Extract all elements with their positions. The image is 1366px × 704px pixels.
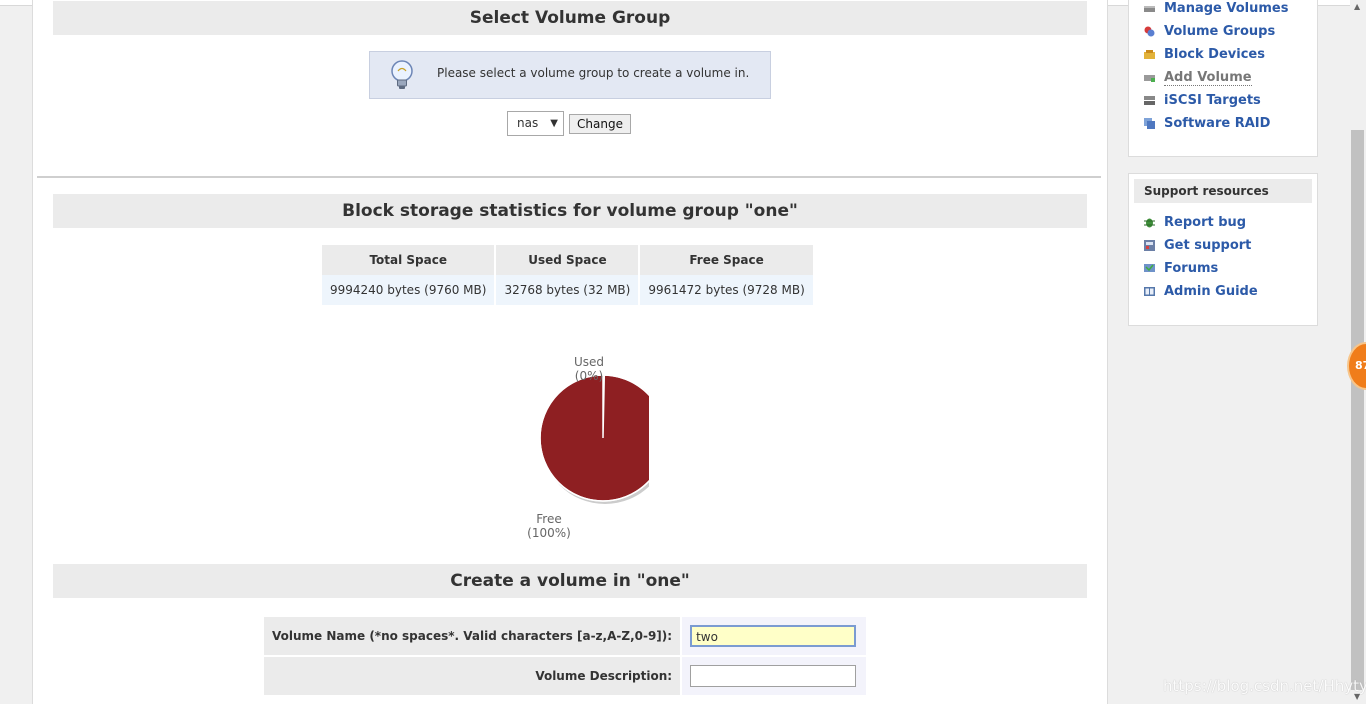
scroll-up-arrow-icon[interactable]: ▲ <box>1354 2 1360 11</box>
stats-value-free: 9961472 bytes (9728 MB) <box>640 275 813 305</box>
sidebar-item-iscsi-targets[interactable]: iSCSI Targets <box>1129 89 1317 112</box>
support-icon <box>1144 240 1155 251</box>
sidebar-volumes-box: Manage Volumes Volume Groups Block Devic… <box>1128 0 1318 157</box>
create-volume-heading: Create a volume in "one" <box>53 564 1087 598</box>
stats-value-used: 32768 bytes (32 MB) <box>496 275 639 305</box>
space-usage-pie-chart: Used (0%) Free (100%) <box>499 345 669 545</box>
volume-description-cell <box>682 657 867 695</box>
volume-group-selected-value: nas <box>517 116 539 130</box>
sidebar-item-manage-volumes[interactable]: Manage Volumes <box>1129 0 1317 20</box>
info-message-text: Please select a volume group to create a… <box>437 66 750 80</box>
pie-label-used: Used (0%) <box>573 355 605 383</box>
sidebar-item-forums[interactable]: Forums <box>1129 257 1317 280</box>
stats-header-total: Total Space <box>322 245 495 275</box>
volume-description-input[interactable] <box>690 665 857 687</box>
storage-stats-table: Total Space Used Space Free Space 999424… <box>320 245 815 305</box>
select-volume-group-heading: Select Volume Group <box>53 1 1087 35</box>
change-button[interactable]: Change <box>569 114 631 134</box>
volume-description-label: Volume Description: <box>264 657 681 695</box>
volume-group-select[interactable]: nas ▼ <box>507 111 564 136</box>
manage-volumes-icon <box>1144 6 1155 12</box>
support-resources-heading: Support resources <box>1134 179 1312 203</box>
forums-icon <box>1144 264 1155 272</box>
iscsi-targets-icon <box>1144 96 1155 105</box>
stats-header-free: Free Space <box>640 245 813 275</box>
block-devices-icon <box>1144 50 1155 59</box>
volume-name-label: Volume Name (*no spaces*. Valid characte… <box>264 617 681 655</box>
pie-slice-free <box>539 374 667 502</box>
bug-icon <box>1144 218 1155 228</box>
sidebar-item-block-devices[interactable]: Block Devices <box>1129 43 1317 66</box>
create-volume-form: Volume Name (*no spaces*. Valid characte… <box>262 615 868 697</box>
sidebar-item-volume-groups[interactable]: Volume Groups <box>1129 20 1317 43</box>
volume-groups-icon <box>1144 26 1155 37</box>
stats-header-used: Used Space <box>496 245 639 275</box>
sidebar-item-admin-guide[interactable]: Admin Guide <box>1129 280 1317 303</box>
info-message-box: Please select a volume group to create a… <box>369 51 771 99</box>
pie-label-free: Free (100%) <box>527 512 571 540</box>
volume-name-input[interactable]: two <box>690 625 857 647</box>
watermark-text: https://blog.csdn.net/Hhytyt <box>1163 677 1366 695</box>
volume-name-cell: two <box>682 617 867 655</box>
stats-value-total: 9994240 bytes (9760 MB) <box>322 275 495 305</box>
sidebar-item-add-volume[interactable]: Add Volume <box>1129 66 1317 89</box>
scrollbar-thumb[interactable] <box>1351 130 1364 690</box>
block-storage-stats-heading: Block storage statistics for volume grou… <box>53 194 1087 228</box>
main-content-panel: Select Volume Group Please select a volu… <box>32 0 1108 704</box>
sidebar-item-software-raid[interactable]: Software RAID <box>1129 112 1317 135</box>
lightbulb-icon <box>391 60 413 89</box>
sidebar-item-get-support[interactable]: Get support <box>1129 234 1317 257</box>
section-divider <box>37 176 1101 178</box>
book-icon <box>1144 287 1155 296</box>
dropdown-arrow-icon: ▼ <box>550 118 558 129</box>
add-volume-icon <box>1144 75 1155 82</box>
sidebar-support-box: Support resources Report bug Get support… <box>1128 173 1318 326</box>
sidebar-item-report-bug[interactable]: Report bug <box>1129 211 1317 234</box>
software-raid-icon <box>1144 118 1155 129</box>
